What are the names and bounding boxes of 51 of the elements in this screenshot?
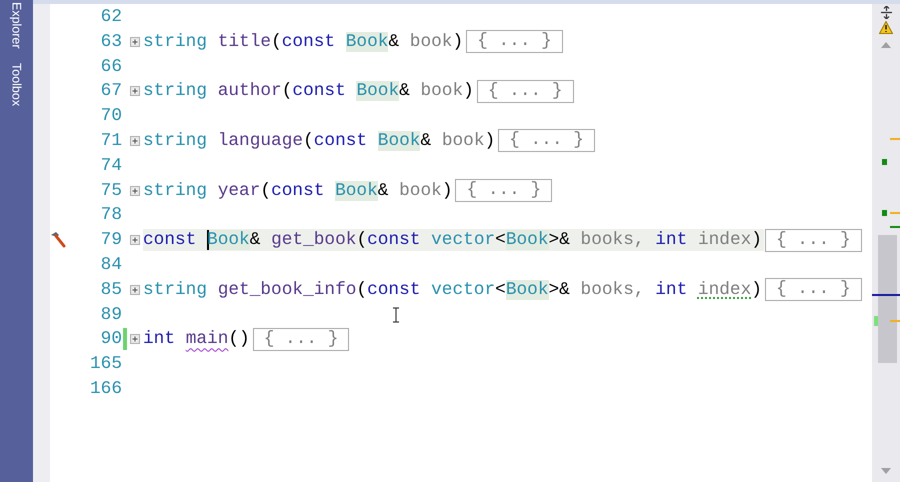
line-number: 74: [100, 156, 122, 176]
change-marker: [890, 226, 900, 228]
caret-position-marker: [872, 294, 900, 296]
text-cursor-icon: [392, 307, 400, 323]
expand-icon[interactable]: [130, 186, 140, 196]
expand-icon[interactable]: [130, 284, 140, 295]
collapsed-code-block[interactable]: { ... }: [466, 30, 563, 54]
line-number: 75: [100, 180, 122, 201]
sidebar-tab[interactable]: Explorer: [10, 0, 24, 51]
scrollbar-thumb[interactable]: [878, 235, 897, 363]
code-line: string title(const Book& book): [143, 30, 464, 53]
line-number: 165: [88, 354, 122, 374]
line-number: 70: [100, 106, 122, 126]
expand-icon[interactable]: [130, 36, 140, 47]
sidebar-tab[interactable]: Toolbox: [10, 60, 24, 108]
collapsed-code-block[interactable]: { ... }: [455, 179, 552, 202]
collapsed-code-block[interactable]: { ... }: [476, 80, 574, 103]
collapsed-code-block[interactable]: { ... }: [764, 228, 862, 252]
line-number: 89: [100, 304, 122, 325]
collapsed-code-block[interactable]: { ... }: [764, 278, 862, 302]
line-number: 71: [100, 130, 122, 151]
expand-icon[interactable]: [130, 334, 140, 344]
line-number: 85: [100, 280, 122, 300]
code-line: string language(const Book& book): [143, 130, 496, 152]
line-number: 63: [100, 32, 122, 52]
warning-icon: [879, 21, 893, 34]
bookmark-marker: [882, 159, 887, 165]
expand-icon[interactable]: [130, 235, 140, 246]
code-line: string author(const Book& book): [143, 80, 475, 102]
code-line: int main(): [143, 328, 251, 350]
line-number: 84: [100, 254, 122, 275]
line-number: 78: [100, 205, 122, 226]
hammer-icon[interactable]: [49, 231, 67, 250]
splitter-icon[interactable]: [880, 6, 893, 19]
line-number: 79: [100, 230, 122, 250]
warning-marker: [890, 138, 900, 140]
expand-icon[interactable]: [130, 86, 140, 96]
line-number: 62: [100, 6, 122, 27]
code-line: string get_book_info(const vector<Book>& books, int index): [143, 278, 763, 301]
change-marker: [874, 316, 878, 326]
warning-marker: [890, 320, 900, 322]
bookmark-marker: [882, 210, 887, 216]
expand-icon[interactable]: [130, 136, 140, 146]
line-number: 90: [100, 329, 122, 350]
collapsed-code-block[interactable]: { ... }: [252, 328, 350, 351]
warning-marker: [890, 212, 900, 214]
code-line: string year(const Book& book): [143, 180, 454, 202]
line-number: 67: [100, 81, 122, 102]
collapsed-code-block[interactable]: { ... }: [498, 129, 595, 152]
line-number: 66: [100, 56, 122, 77]
line-number: 166: [88, 378, 122, 399]
